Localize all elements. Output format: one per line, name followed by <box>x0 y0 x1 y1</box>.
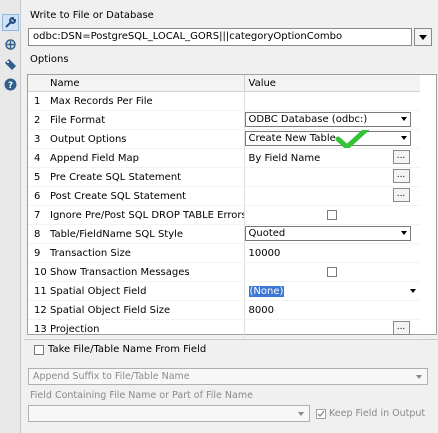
take-from-field-row[interactable]: Take File/Table Name From Field <box>34 344 206 355</box>
check-icon <box>317 410 325 417</box>
option-name: Post Create SQL Statement <box>46 186 244 206</box>
option-name: Projection <box>46 319 244 339</box>
row-number: 1 <box>28 91 46 111</box>
option-row[interactable]: 9 Transaction Size 10000 <box>28 243 420 263</box>
option-row[interactable]: 13 Projection ... <box>28 319 420 339</box>
spatial-field-dropdown[interactable]: (None) <box>243 281 420 301</box>
selected-value: (None) <box>248 285 285 297</box>
help-icon[interactable]: ? <box>2 76 19 93</box>
append-suffix-dropdown[interactable]: Append Suffix to File/Table Name <box>28 368 428 385</box>
chevron-down-icon <box>400 136 407 140</box>
option-name: Table/FieldName SQL Style <box>46 224 244 244</box>
row-number: 11 <box>28 281 46 301</box>
option-name: Spatial Object Field Size <box>46 300 244 320</box>
row-number: 4 <box>28 148 46 168</box>
configuration-panel: Write to File or Database odbc:DSN=Postg… <box>24 0 438 433</box>
option-row[interactable]: 10 Show Transaction Messages <box>28 262 420 282</box>
option-row[interactable]: 4 Append Field Map By Field Name... <box>28 148 420 168</box>
sql-style-dropdown[interactable]: Quoted <box>245 226 411 241</box>
chevron-down-icon <box>419 34 427 40</box>
option-name: Ignore Pre/Post SQL DROP TABLE Errors <box>46 205 244 225</box>
keep-field-row[interactable]: Keep Field in Output <box>316 408 425 419</box>
dropdown-value: Quoted <box>248 228 286 239</box>
chevron-down-icon <box>410 289 416 293</box>
option-row[interactable]: 12 Spatial Object Field Size 8000 <box>28 300 420 320</box>
row-number: 5 <box>28 167 46 187</box>
connection-dropdown-button[interactable] <box>414 28 432 46</box>
row-number: 12 <box>28 300 46 320</box>
option-name: Append Field Map <box>46 148 244 168</box>
row-number: 8 <box>28 224 46 244</box>
option-row[interactable]: 1 Max Records Per File <box>28 91 420 111</box>
wrench-icon[interactable] <box>2 14 19 31</box>
side-toolbar: ? <box>0 0 21 433</box>
svg-text:?: ? <box>8 81 13 91</box>
option-name: Show Transaction Messages <box>46 262 244 282</box>
output-options-dropdown[interactable]: Create New Table <box>245 131 411 146</box>
options-grid: Name Value 1 Max Records Per File 2 File… <box>27 74 437 339</box>
option-row[interactable]: 6 Post Create SQL Statement ... <box>28 186 420 206</box>
append-suffix-value: Append Suffix to File/Table Name <box>33 371 190 382</box>
row-number: 10 <box>28 262 46 282</box>
field-containing-dropdown[interactable] <box>28 405 310 422</box>
grid-header-name: Name <box>46 75 244 92</box>
spatial-field-size-field[interactable]: 8000 <box>243 300 420 320</box>
option-row[interactable]: 5 Pre Create SQL Statement ... <box>28 167 420 187</box>
ellipsis-button[interactable]: ... <box>392 321 410 335</box>
gear-icon[interactable] <box>2 36 19 53</box>
option-name: Output Options <box>46 129 244 149</box>
transaction-size-field[interactable]: 10000 <box>243 243 420 263</box>
chevron-down-icon <box>416 375 422 379</box>
take-from-field-label: Take File/Table Name From Field <box>48 344 207 355</box>
option-name: Transaction Size <box>46 243 244 263</box>
field-containing-label: Field Containing File Name or Part of Fi… <box>30 390 253 401</box>
take-from-field-checkbox[interactable] <box>34 344 44 355</box>
row-number: 7 <box>28 205 46 225</box>
keep-field-checkbox[interactable] <box>316 408 326 419</box>
option-name: Pre Create SQL Statement <box>46 167 244 187</box>
keep-field-label: Keep Field in Output <box>329 408 426 419</box>
write-to-label: Write to File or Database <box>30 10 154 21</box>
option-row[interactable]: 2 File Format ODBC Database (odbc:) <box>28 110 420 130</box>
checkmark-icon <box>335 129 370 148</box>
dropdown-value: Create New Table <box>248 133 336 144</box>
file-format-dropdown[interactable]: ODBC Database (odbc:) <box>245 112 411 127</box>
option-value: By Field Name <box>248 152 321 164</box>
grid-header-index <box>28 75 46 92</box>
dropdown-value: ODBC Database (odbc:) <box>248 114 368 125</box>
option-name: File Format <box>46 110 244 130</box>
row-number: 2 <box>28 110 46 130</box>
ellipsis-button[interactable]: ... <box>392 188 410 202</box>
row-number: 9 <box>28 243 46 263</box>
grid-header-value: Value <box>243 75 420 92</box>
option-row[interactable]: 7 Ignore Pre/Post SQL DROP TABLE Errors <box>28 205 420 225</box>
ignore-errors-checkbox[interactable] <box>327 209 338 220</box>
chevron-down-icon <box>400 117 407 121</box>
option-row[interactable]: 8 Table/FieldName SQL Style Quoted <box>28 224 420 244</box>
row-number: 13 <box>28 319 46 339</box>
option-name: Max Records Per File <box>46 91 244 111</box>
row-number: 6 <box>28 186 46 206</box>
option-value[interactable] <box>243 91 420 111</box>
tag-icon[interactable] <box>2 56 19 73</box>
option-row[interactable]: 3 Output Options Create New Table <box>28 129 420 149</box>
option-name: Spatial Object Field <box>46 281 244 301</box>
show-messages-checkbox[interactable] <box>327 266 338 277</box>
chevron-down-icon <box>400 231 407 235</box>
row-number: 3 <box>28 129 46 149</box>
ellipsis-button[interactable]: ... <box>392 150 410 164</box>
options-label: Options <box>30 54 69 65</box>
ellipsis-button[interactable]: ... <box>392 169 410 183</box>
chevron-down-icon <box>298 412 304 416</box>
divider <box>24 339 438 340</box>
option-row[interactable]: 11 Spatial Object Field (None) <box>28 281 420 301</box>
connection-string-field[interactable]: odbc:DSN=PostgreSQL_LOCAL_GORS|||categor… <box>28 28 412 46</box>
